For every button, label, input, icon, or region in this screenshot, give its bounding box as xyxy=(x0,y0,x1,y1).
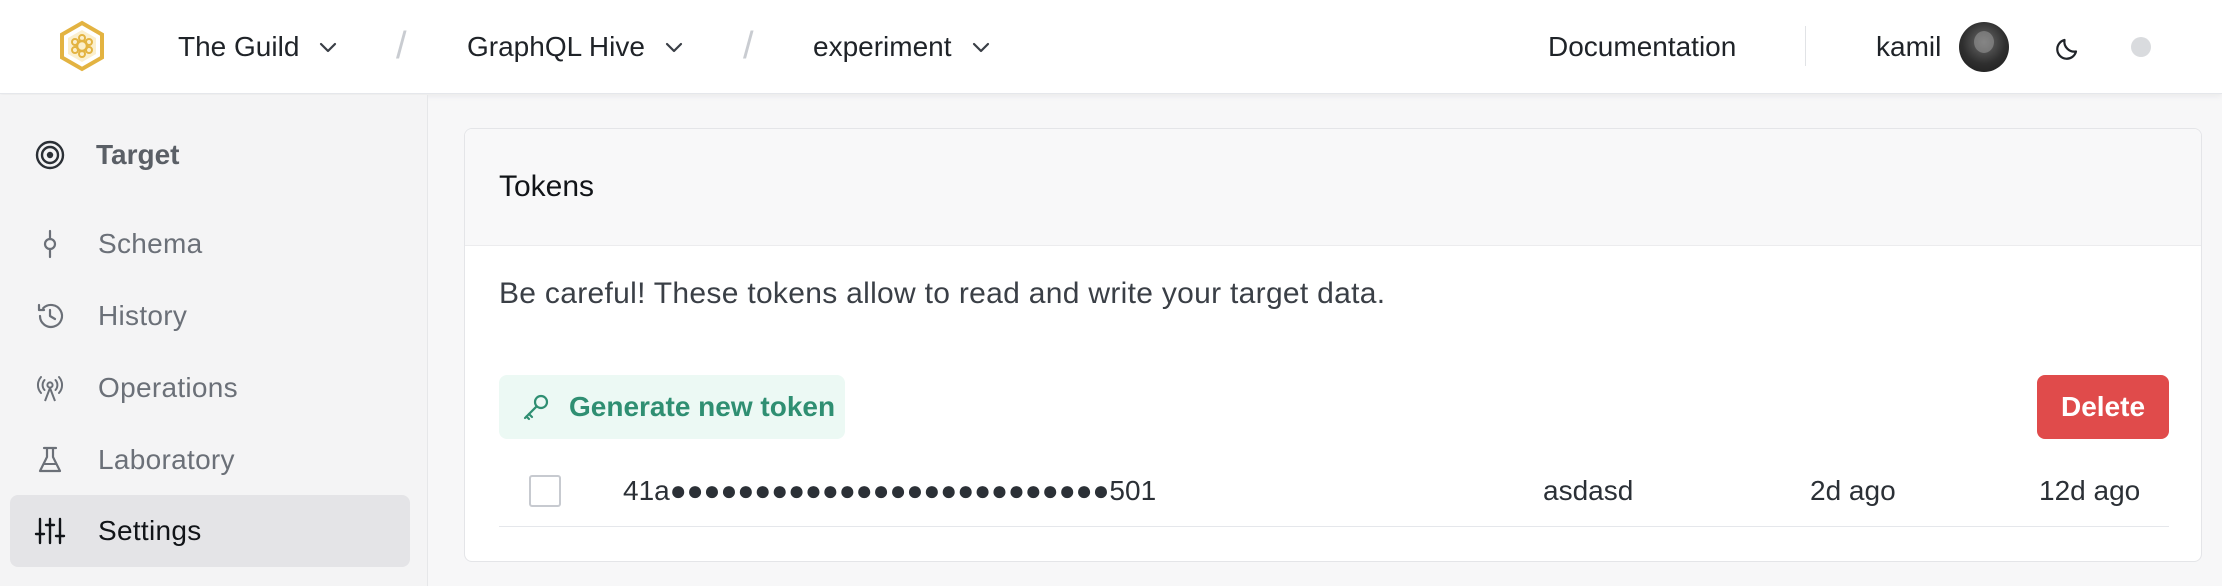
sidebar-item-label: Settings xyxy=(98,515,202,546)
sidebar-item-label: Schema xyxy=(98,228,203,259)
token-name: asdasd xyxy=(1543,475,1634,506)
sidebar-heading-label: Target xyxy=(96,139,180,170)
chevron-down-icon xyxy=(665,42,683,53)
sliders-icon xyxy=(34,517,66,545)
hive-logo-icon[interactable] xyxy=(56,20,108,72)
target-switcher[interactable]: experiment xyxy=(813,0,992,94)
row-checkbox[interactable] xyxy=(529,475,561,507)
breadcrumb-separator: / xyxy=(743,25,754,67)
chevron-down-icon xyxy=(320,42,337,53)
sidebar: Target Schema History Operations Laborat… xyxy=(0,95,428,586)
user-name: kamil xyxy=(1876,31,1942,62)
sidebar-item-label: History xyxy=(98,300,188,331)
target-name: experiment xyxy=(813,31,952,62)
org-name: The Guild xyxy=(178,31,300,62)
documentation-link[interactable]: Documentation xyxy=(1548,0,1736,94)
tokens-card: Tokens Be careful! These tokens allow to… xyxy=(464,128,2202,562)
chevron-down-icon xyxy=(972,42,989,53)
sidebar-item-label: Operations xyxy=(98,372,238,403)
sidebar-item-laboratory[interactable]: Laboratory xyxy=(10,424,410,496)
operations-icon xyxy=(37,376,63,402)
breadcrumb-separator: / xyxy=(396,25,407,67)
status-indicator xyxy=(2131,37,2151,57)
moon-icon[interactable] xyxy=(2054,32,2084,62)
table-row: 41a●●●●●●●●●●●●●●●●●●●●●●●●●●501 asdasd … xyxy=(499,463,2169,527)
avatar xyxy=(1959,22,2010,72)
token-value: 41a●●●●●●●●●●●●●●●●●●●●●●●●●●501 xyxy=(623,475,1157,506)
token-last-used: 2d ago xyxy=(1810,475,1896,506)
token-created: 12d ago xyxy=(2039,475,2141,506)
header-divider xyxy=(1805,26,1806,66)
schema-icon xyxy=(43,229,57,259)
history-icon xyxy=(37,303,64,329)
user-menu[interactable]: kamil xyxy=(1876,0,2010,94)
org-switcher[interactable]: The Guild xyxy=(178,0,339,94)
sidebar-item-schema[interactable]: Schema xyxy=(10,208,410,280)
generate-token-label: Generate new token xyxy=(569,391,836,422)
target-icon xyxy=(35,140,65,170)
key-icon xyxy=(523,394,549,421)
sidebar-item-history[interactable]: History xyxy=(10,280,410,352)
tokens-warning-text: Be careful! These tokens allow to read a… xyxy=(499,277,1386,310)
tokens-card-header: Tokens xyxy=(465,129,2201,246)
project-switcher[interactable]: GraphQL Hive xyxy=(467,0,685,94)
project-name: GraphQL Hive xyxy=(467,31,645,62)
flask-icon xyxy=(38,446,62,473)
sidebar-item-label: Laboratory xyxy=(98,444,235,475)
top-navigation-bar: The Guild / GraphQL Hive / experiment Do… xyxy=(0,0,2222,94)
sidebar-item-settings[interactable]: Settings xyxy=(10,495,410,567)
generate-token-button[interactable]: Generate new token xyxy=(499,375,845,439)
delete-button[interactable]: Delete xyxy=(2037,375,2169,439)
tokens-card-title: Tokens xyxy=(499,170,595,203)
sidebar-item-operations[interactable]: Operations xyxy=(10,352,410,424)
sidebar-heading: Target xyxy=(34,139,180,171)
